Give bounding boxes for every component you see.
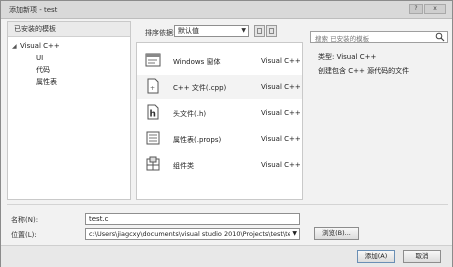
tree-item-property-sheets[interactable]: 属性表: [8, 76, 130, 88]
template-name: C++ 文件(.cpp): [173, 84, 227, 92]
dialog-button-bar: 添加(A) 取消: [1, 245, 452, 267]
title-bar: 添加新项 - test ? x: [1, 1, 452, 19]
template-item-component-class[interactable]: 组件类 Visual C++: [137, 153, 302, 177]
template-name: 头文件(.h): [173, 110, 207, 118]
grid-view-icon: [257, 28, 262, 34]
template-description: 创建包含 C++ 源代码的文件: [318, 67, 410, 75]
small-icons-view-button[interactable]: [254, 25, 265, 37]
property-sheet-icon: [146, 131, 160, 145]
component-class-icon: [146, 156, 160, 171]
tree-item-label: 代码: [36, 66, 50, 74]
details-view-button[interactable]: [266, 25, 277, 37]
tree-item-visual-cpp[interactable]: ◢ Visual C++: [8, 40, 130, 52]
template-name: Windows 窗体: [173, 58, 221, 66]
svg-text:h: h: [150, 110, 156, 120]
name-field[interactable]: test.c: [85, 213, 300, 225]
template-item-windows-form[interactable]: Windows 窗体 Visual C++: [137, 49, 302, 73]
windows-form-icon: [145, 53, 161, 67]
divider: [7, 204, 448, 205]
template-language: Visual C++: [261, 161, 301, 169]
expand-triangle-icon[interactable]: ◢: [12, 41, 20, 53]
chevron-down-icon[interactable]: ▼: [290, 229, 297, 239]
header-file-icon: h: [147, 104, 159, 120]
template-details-panel: 类型: Visual C++ 创建包含 C++ 源代码的文件: [310, 48, 450, 200]
search-templates-input[interactable]: 搜索 已安装的模板: [310, 31, 448, 43]
search-placeholder: 搜索 已安装的模板: [315, 35, 370, 43]
template-type: 类型: Visual C++: [318, 53, 377, 61]
template-name: 属性表(.props): [173, 136, 222, 144]
search-icon[interactable]: [435, 32, 445, 42]
browse-button[interactable]: 浏览(B)...: [314, 227, 359, 240]
sort-label: 排序依据:: [145, 29, 176, 37]
tree-item-label: Visual C++: [20, 42, 60, 50]
window-controls: ? x: [409, 4, 446, 14]
cancel-button[interactable]: 取消: [403, 250, 441, 263]
window-title: 添加新项 - test: [9, 6, 58, 14]
tree-item-label: 属性表: [36, 78, 57, 86]
template-item-cpp-file[interactable]: + C++ 文件(.cpp) Visual C++: [137, 75, 302, 99]
template-item-property-sheet[interactable]: 属性表(.props) Visual C++: [137, 127, 302, 151]
list-view-icon: [269, 28, 274, 34]
sort-toolbar: 排序依据: 默认值 ▼: [138, 25, 298, 39]
location-value: c:\Users\jiagcxy\documents\visual studio…: [89, 230, 292, 238]
cpp-file-icon: +: [147, 78, 159, 94]
sort-dropdown[interactable]: 默认值 ▼: [174, 25, 249, 37]
name-value: test.c: [89, 215, 109, 223]
add-button[interactable]: 添加(A): [357, 250, 395, 263]
tree-item-code[interactable]: 代码: [8, 64, 130, 76]
template-language: Visual C++: [261, 83, 301, 91]
installed-templates-panel: 已安装的模板 ◢ Visual C++ UI 代码 属性表: [7, 21, 131, 200]
close-button[interactable]: x: [424, 4, 446, 14]
template-list: Windows 窗体 Visual C++ + C++ 文件(.cpp) Vis…: [136, 42, 303, 200]
template-tree: ◢ Visual C++ UI 代码 属性表: [8, 37, 130, 88]
installed-templates-header[interactable]: 已安装的模板: [8, 22, 130, 37]
name-label: 名称(N):: [11, 216, 39, 224]
location-field[interactable]: c:\Users\jiagcxy\documents\visual studio…: [85, 228, 300, 240]
template-name: 组件类: [173, 162, 194, 170]
help-button[interactable]: ?: [409, 4, 423, 14]
template-language: Visual C++: [261, 109, 301, 117]
template-item-header-file[interactable]: h 头文件(.h) Visual C++: [137, 101, 302, 125]
add-new-item-dialog: 添加新项 - test ? x 已安装的模板 ◢ Visual C++ UI 代码…: [0, 0, 453, 267]
location-label: 位置(L):: [11, 231, 37, 239]
tree-item-ui[interactable]: UI: [8, 52, 130, 64]
chevron-down-icon: ▼: [241, 27, 246, 34]
tree-item-label: UI: [36, 54, 44, 62]
template-language: Visual C++: [261, 57, 301, 65]
template-language: Visual C++: [261, 135, 301, 143]
sort-value: 默认值: [178, 27, 199, 35]
svg-text:+: +: [150, 85, 155, 92]
